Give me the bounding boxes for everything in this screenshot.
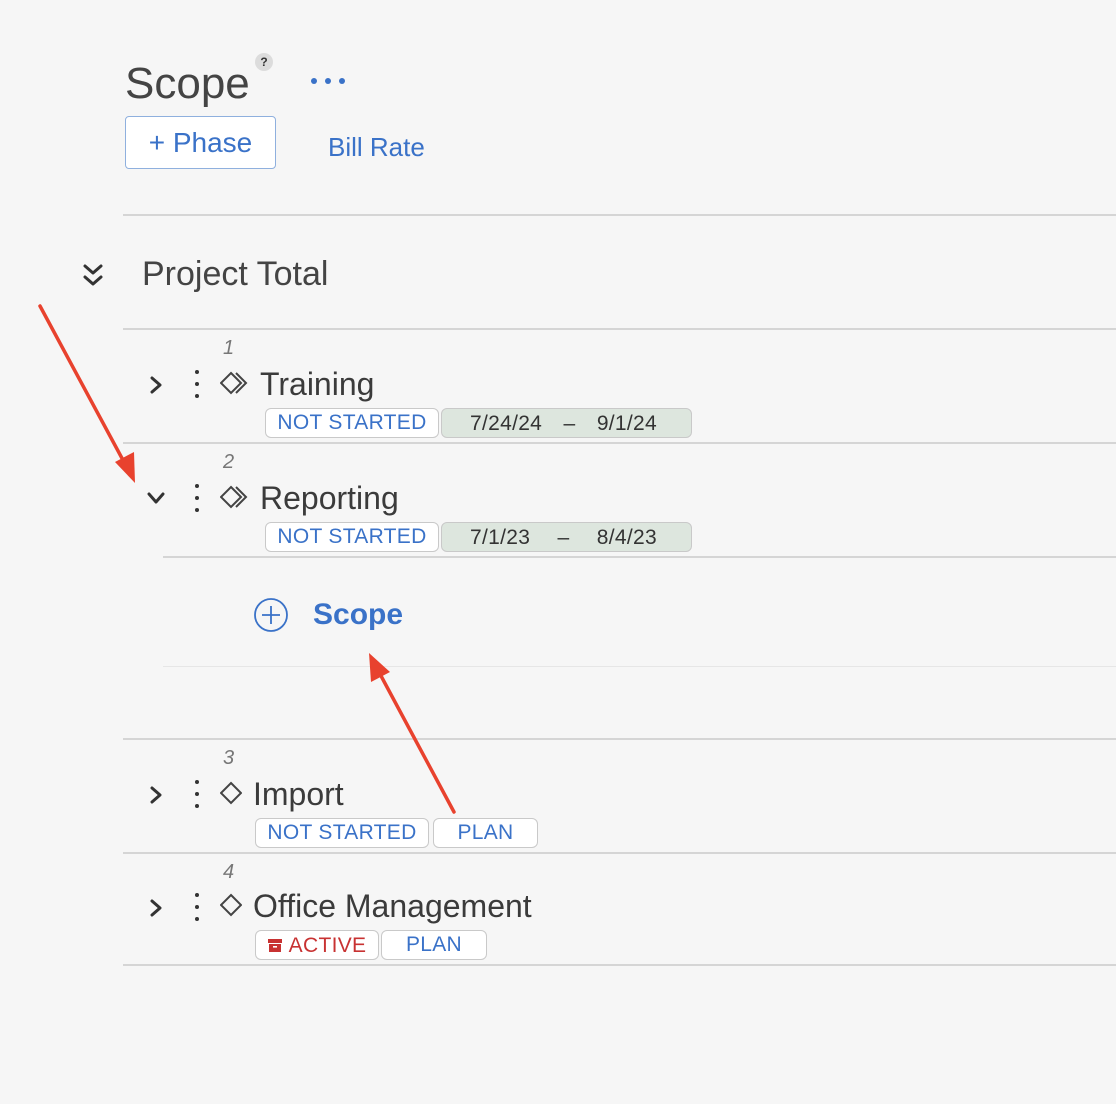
phase-number: 1 xyxy=(223,337,235,359)
add-phase-button[interactable]: + Phase xyxy=(125,116,276,169)
phase-name[interactable]: Training xyxy=(260,366,374,402)
add-circle-icon[interactable] xyxy=(253,597,289,633)
chevron-down-icon[interactable] xyxy=(145,489,167,507)
status-badge[interactable]: NOT STARTED xyxy=(265,522,439,552)
help-icon[interactable]: ? xyxy=(255,53,273,71)
date-separator: – xyxy=(563,411,576,435)
add-scope-button[interactable]: Scope xyxy=(313,596,403,634)
kebab-menu-icon[interactable] xyxy=(193,893,201,921)
collapse-all-icon[interactable] xyxy=(80,262,106,290)
start-date: 7/24/24 xyxy=(470,411,543,435)
date-range-badge[interactable]: 7/24/24 – 9/1/24 xyxy=(441,408,692,438)
chevron-right-icon[interactable] xyxy=(147,374,165,396)
divider xyxy=(163,666,1116,667)
start-date: 7/1/23 xyxy=(470,525,531,549)
phase-name[interactable]: Office Management xyxy=(253,888,532,924)
bill-rate-link[interactable]: Bill Rate xyxy=(328,131,425,163)
phase-name[interactable]: Import xyxy=(253,776,344,812)
divider xyxy=(123,964,1116,966)
divider xyxy=(123,328,1116,330)
status-badge[interactable]: NOT STARTED xyxy=(265,408,439,438)
page-title: Scope xyxy=(125,59,250,108)
kebab-menu-icon[interactable] xyxy=(193,484,201,512)
date-separator: – xyxy=(557,525,570,549)
divider xyxy=(123,214,1116,216)
chevron-right-icon[interactable] xyxy=(147,784,165,806)
kebab-menu-icon[interactable] xyxy=(193,370,201,398)
status-label: ACTIVE xyxy=(288,933,367,957)
end-date: 9/1/24 xyxy=(596,411,657,435)
divider xyxy=(123,852,1116,854)
divider xyxy=(123,442,1116,444)
plan-badge[interactable]: PLAN xyxy=(433,818,538,848)
end-date: 8/4/23 xyxy=(596,525,657,549)
phase-number: 3 xyxy=(223,747,235,769)
more-horizontal-icon[interactable] xyxy=(311,70,345,92)
divider xyxy=(123,738,1116,740)
status-badge[interactable]: ACTIVE xyxy=(255,930,379,960)
phase-diamond-icon xyxy=(220,371,248,395)
annotation-arrow-icon xyxy=(369,653,456,814)
status-badge[interactable]: NOT STARTED xyxy=(255,818,429,848)
phase-diamond-icon xyxy=(220,893,242,917)
plan-badge[interactable]: PLAN xyxy=(381,930,487,960)
phase-diamond-icon xyxy=(220,485,248,509)
phase-number: 2 xyxy=(223,451,235,473)
phase-name[interactable]: Reporting xyxy=(260,480,399,516)
phase-diamond-icon xyxy=(220,781,242,805)
annotation-arrow-icon xyxy=(38,304,135,483)
phase-number: 4 xyxy=(223,861,235,883)
project-total-label: Project Total xyxy=(142,255,329,293)
archive-icon xyxy=(267,938,282,952)
chevron-right-icon[interactable] xyxy=(147,897,165,919)
date-range-badge[interactable]: 7/1/23 – 8/4/23 xyxy=(441,522,692,552)
kebab-menu-icon[interactable] xyxy=(193,780,201,808)
divider xyxy=(163,556,1116,558)
